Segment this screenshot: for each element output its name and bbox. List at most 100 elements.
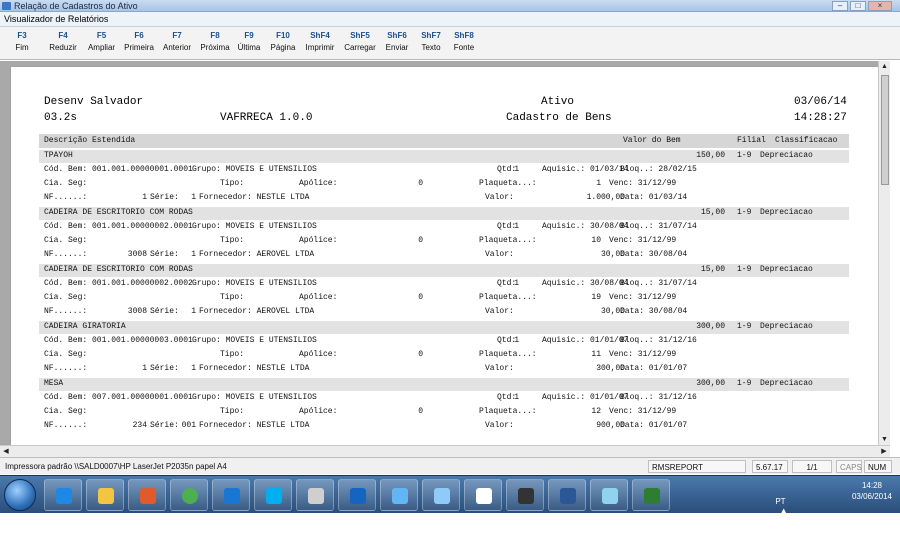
media-icon xyxy=(140,488,156,504)
language-indicator[interactable]: PT xyxy=(775,497,785,506)
taskbar-button[interactable] xyxy=(128,479,166,511)
detail-field: 1 xyxy=(514,393,519,402)
detail-field: 0 xyxy=(418,350,423,359)
taskbar-button[interactable] xyxy=(338,479,376,511)
scroll-right-icon[interactable]: ▶ xyxy=(878,446,890,457)
toolbar-button-enviar[interactable]: ShF6 Enviar xyxy=(381,30,413,54)
scroll-up-icon[interactable]: ▲ xyxy=(879,61,890,72)
version-code: 03.2s xyxy=(44,112,78,124)
toolbar-button-anterior[interactable]: F7 Anterior xyxy=(159,30,195,54)
asset-detail-line: Cia. Seg: Tipo: Apólice: 0 Plaqueta...: 1 Venc… xyxy=(39,178,849,192)
detail-field: Data: 01/03/14 xyxy=(620,193,688,202)
detail-field: Plaqueta...: xyxy=(479,179,537,188)
detail-field: Fornecedor: NESTLE LTDA xyxy=(199,193,310,202)
app-icon xyxy=(476,488,492,504)
detail-field: Grupo: MOVEIS E UTENSILIOS xyxy=(192,393,317,402)
toolbar-button-primeira[interactable]: F6 Primeira xyxy=(121,30,157,54)
taskbar-button[interactable] xyxy=(44,479,82,511)
maximize-button[interactable]: □ xyxy=(850,1,866,11)
toolbar-label: Anterior xyxy=(162,43,191,52)
detail-field: Apólice: xyxy=(299,293,338,302)
detail-field: 11 xyxy=(591,350,601,359)
outlook-icon xyxy=(350,488,366,504)
detail-field: Bloq..: 31/07/14 xyxy=(620,222,697,231)
detail-field: 1 xyxy=(191,250,196,259)
taskbar-button[interactable] xyxy=(632,479,670,511)
asset-detail-line: Cia. Seg: Tipo: Apólice: 0 Plaqueta...: 10 Ven… xyxy=(39,235,849,249)
toolbar-button-reduzir[interactable]: F4 Reduzir xyxy=(44,30,82,54)
window-title-bar[interactable]: Relação de Cadastros do Ativo – □ × xyxy=(0,0,900,12)
detail-field: Tipo: xyxy=(220,179,245,188)
taskbar-button[interactable] xyxy=(548,479,586,511)
clock[interactable]: 14:28 03/06/2014 xyxy=(852,480,892,502)
version-number: 5.67.17 xyxy=(752,460,788,473)
explorer-icon xyxy=(98,488,114,504)
scroll-down-icon[interactable]: ▼ xyxy=(879,434,890,445)
clock-date: 03/06/2014 xyxy=(851,492,892,501)
taskbar-button[interactable] xyxy=(296,479,334,511)
taskbar-button[interactable] xyxy=(86,479,124,511)
detail-field: Valor: xyxy=(485,307,514,316)
toolbar-button-texto[interactable]: ShF7 Texto xyxy=(415,30,447,54)
minimize-button[interactable]: – xyxy=(832,1,848,11)
asset-detail-line: NF......: 234 Série: 001 Fornecedor: NESTLE … xyxy=(39,420,849,434)
detail-field: Apólice: xyxy=(299,350,338,359)
report-viewer[interactable]: Desenv Salvador Ativo 03/06/14 03.2s VAF… xyxy=(0,61,890,445)
horizontal-scrollbar[interactable]: ◀ ▶ xyxy=(0,445,890,457)
detail-field: Fornecedor: NESTLE LTDA xyxy=(199,421,310,430)
report-date: 03/06/14 xyxy=(794,96,847,108)
asset-detail-line: NF......: 1 Série: 1 Fornecedor: NESTLE LTDA… xyxy=(39,363,849,377)
detail-field: Grupo: MOVEIS E UTENSILIOS xyxy=(192,279,317,288)
start-button[interactable] xyxy=(4,479,36,511)
detail-field: Venc: 31/12/99 xyxy=(609,236,677,245)
taskbar-button[interactable] xyxy=(254,479,292,511)
close-button[interactable]: × xyxy=(868,1,892,11)
detail-field: 1 xyxy=(514,222,519,231)
asset-branch: 1-9 xyxy=(737,265,752,274)
detail-field: Tipo: xyxy=(220,236,245,245)
function-key: F3 xyxy=(17,31,27,40)
taskbar-button[interactable] xyxy=(464,479,502,511)
detail-field: Grupo: MOVEIS E UTENSILIOS xyxy=(192,336,317,345)
asset-classification: Depreciacao xyxy=(760,322,813,331)
scroll-left-icon[interactable]: ◀ xyxy=(0,446,12,457)
vertical-scrollbar[interactable]: ▲ ▼ xyxy=(878,61,890,445)
num-indicator: NUM xyxy=(864,460,892,473)
taskbar-button[interactable] xyxy=(590,479,628,511)
asset-detail-line: Cód. Bem: 001.001.00000003.0001 Grupo: MO… xyxy=(39,335,849,349)
taskbar-button[interactable] xyxy=(212,479,250,511)
scroll-thumb[interactable] xyxy=(881,75,889,185)
detail-field: Apólice: xyxy=(299,407,338,416)
detail-field: 12 xyxy=(591,407,601,416)
detail-field: Plaqueta...: xyxy=(479,236,537,245)
toolbar-button-fim[interactable]: F3 Fim xyxy=(4,30,40,54)
detail-field: 1 xyxy=(191,307,196,316)
taskbar-button[interactable] xyxy=(422,479,460,511)
taskbar-button[interactable] xyxy=(380,479,418,511)
detail-field: Apólice: xyxy=(299,179,338,188)
toolbar-button-p-gina[interactable]: F10 Página xyxy=(266,30,300,54)
detail-field: Bloq..: 31/07/14 xyxy=(620,279,697,288)
toolbar-button-ampliar[interactable]: F5 Ampliar xyxy=(83,30,120,54)
toolbar-label: Imprimir xyxy=(305,43,335,52)
taskbar-button[interactable] xyxy=(506,479,544,511)
toolbar-button--ltima[interactable]: F9 Última xyxy=(234,30,264,54)
detail-field: 1 xyxy=(596,179,601,188)
detail-field: Tipo: xyxy=(220,293,245,302)
toolbar-label: Fim xyxy=(15,43,29,52)
asset-value: 15,00 xyxy=(700,265,725,274)
toolbar-button-pr-xima[interactable]: F8 Próxima xyxy=(197,30,233,54)
printer-status: Impressora padrão \\SALD0007\HP LaserJet… xyxy=(5,462,227,471)
asset-row-header: CADEIRA DE ESCRITORIO COM RODAS 15,00 1-9 D… xyxy=(39,264,849,277)
paint-icon xyxy=(602,488,618,504)
taskbar-button[interactable] xyxy=(170,479,208,511)
detail-field: 1.000,00 xyxy=(586,193,625,202)
ie-icon xyxy=(56,488,72,504)
toolbar-button-fonte[interactable]: ShF8 Fonte xyxy=(449,30,479,54)
detail-field: 3008 xyxy=(127,307,147,316)
toolbar-button-carregar[interactable]: ShF5 Carregar xyxy=(341,30,379,54)
toolbar-button-imprimir[interactable]: ShF4 Imprimir xyxy=(301,30,339,54)
report-subtitle: Cadastro de Bens xyxy=(506,112,612,124)
detail-field: Cia. Seg: xyxy=(44,350,88,359)
detail-field: Cód. Bem: 001.001.00000002.0001 xyxy=(44,222,193,231)
